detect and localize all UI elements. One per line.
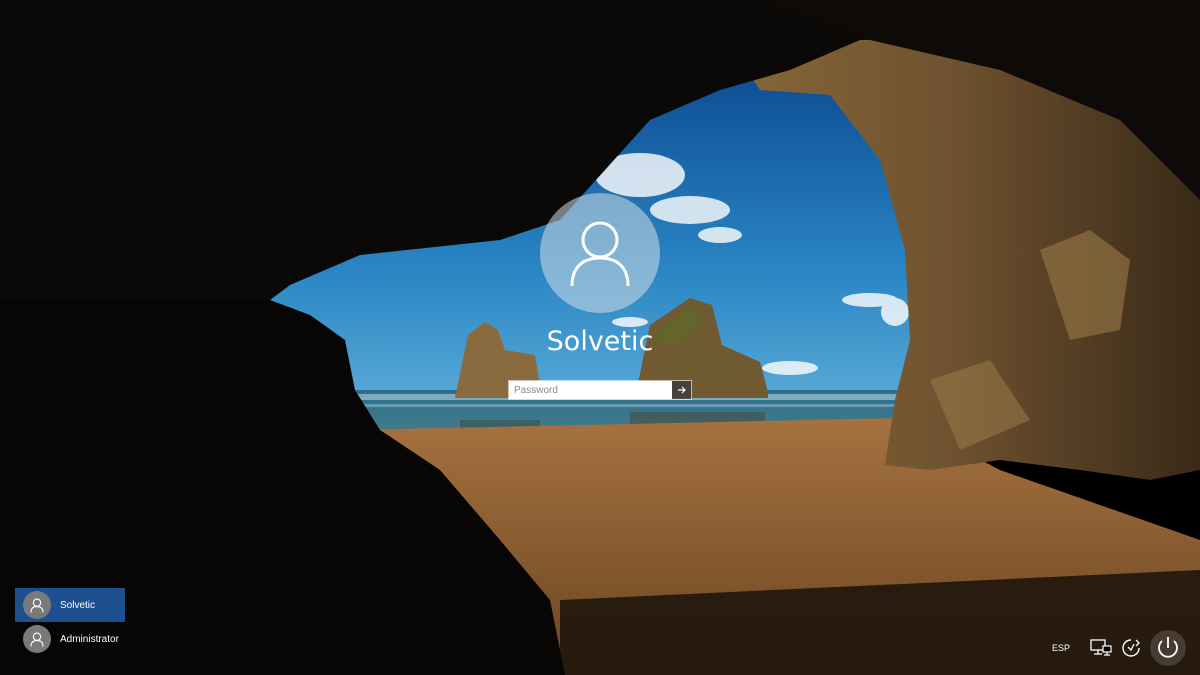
password-box xyxy=(508,380,692,400)
language-indicator[interactable]: ESP xyxy=(1052,643,1070,653)
user-item-label: Solvetic xyxy=(60,599,96,611)
password-input[interactable] xyxy=(509,381,673,399)
user-item-solvetic[interactable]: Solvetic xyxy=(15,588,125,622)
network-icon[interactable] xyxy=(1088,635,1114,661)
user-list: Solvetic Administrator xyxy=(15,588,125,656)
user-item-label: Administrator xyxy=(60,633,119,645)
user-icon xyxy=(23,625,51,653)
user-icon xyxy=(570,221,630,287)
ease-of-access-icon[interactable] xyxy=(1118,635,1144,661)
user-icon xyxy=(23,591,51,619)
submit-button[interactable] xyxy=(672,381,691,399)
arrow-right-icon xyxy=(677,386,686,394)
username-label: Solvetic xyxy=(546,326,654,357)
user-item-administrator[interactable]: Administrator xyxy=(15,622,125,656)
power-icon[interactable] xyxy=(1148,628,1188,668)
system-tray: ESP xyxy=(1052,628,1188,668)
user-avatar xyxy=(540,193,660,313)
